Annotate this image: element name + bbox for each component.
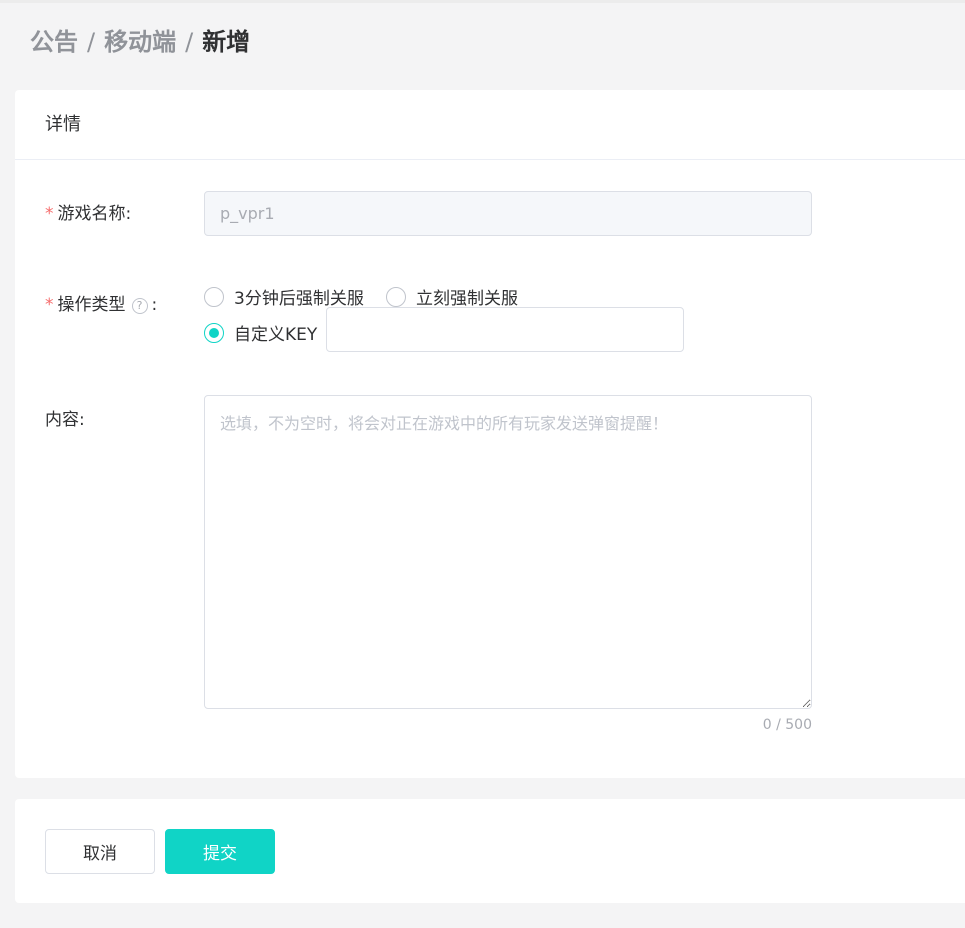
top-divider [0,0,965,3]
label-colon: : [151,295,158,315]
detail-card: 详情 * 游戏名称: p_vpr1 * 操作类型?: 3分钟后强制关服 立刻强制关服… [15,90,965,778]
radio-label[interactable]: 3分钟后强制关服 [234,284,364,309]
operation-type-label: * 操作类型?: [45,293,157,317]
required-mark: * [45,204,54,224]
radio-immediate-shutdown[interactable]: 立刻强制关服 [386,284,518,309]
required-mark: * [45,295,54,315]
radio-3min-shutdown[interactable]: 3分钟后强制关服 [204,284,364,309]
content-label: 内容: [45,410,85,430]
question-circle-icon[interactable]: ? [131,298,148,314]
radio-circle-icon[interactable] [204,286,224,307]
breadcrumb-separator: / [185,28,194,56]
radio-label[interactable]: 立刻强制关服 [416,284,518,309]
radio-circle-icon[interactable] [386,286,406,307]
radio-label[interactable]: 自定义KEY [234,320,317,345]
custom-key-input[interactable] [326,307,684,352]
breadcrumb-separator: / [87,28,96,56]
content-textarea[interactable] [204,395,812,709]
radio-checked-icon[interactable] [204,322,224,343]
game-name-label: * 游戏名称: [45,202,131,226]
breadcrumb-item-mobile[interactable]: 移动端 [104,28,176,56]
operation-type-label-text: 操作类型 [57,295,126,315]
breadcrumb: 公告 / 移动端 / 新增 [30,26,250,58]
breadcrumb-current: 新增 [202,28,251,56]
char-counter: 0 / 500 [762,717,812,733]
submit-button[interactable]: 提交 [165,829,275,874]
game-name-label-text: 游戏名称: [57,204,132,224]
radio-custom-key[interactable]: 自定义KEY [204,320,317,345]
card-title: 详情 [15,90,965,160]
cancel-button[interactable]: 取消 [45,829,155,874]
action-card: 取消 提交 [15,799,965,903]
game-name-input: p_vpr1 [204,191,812,236]
breadcrumb-item-announcement[interactable]: 公告 [30,28,78,56]
